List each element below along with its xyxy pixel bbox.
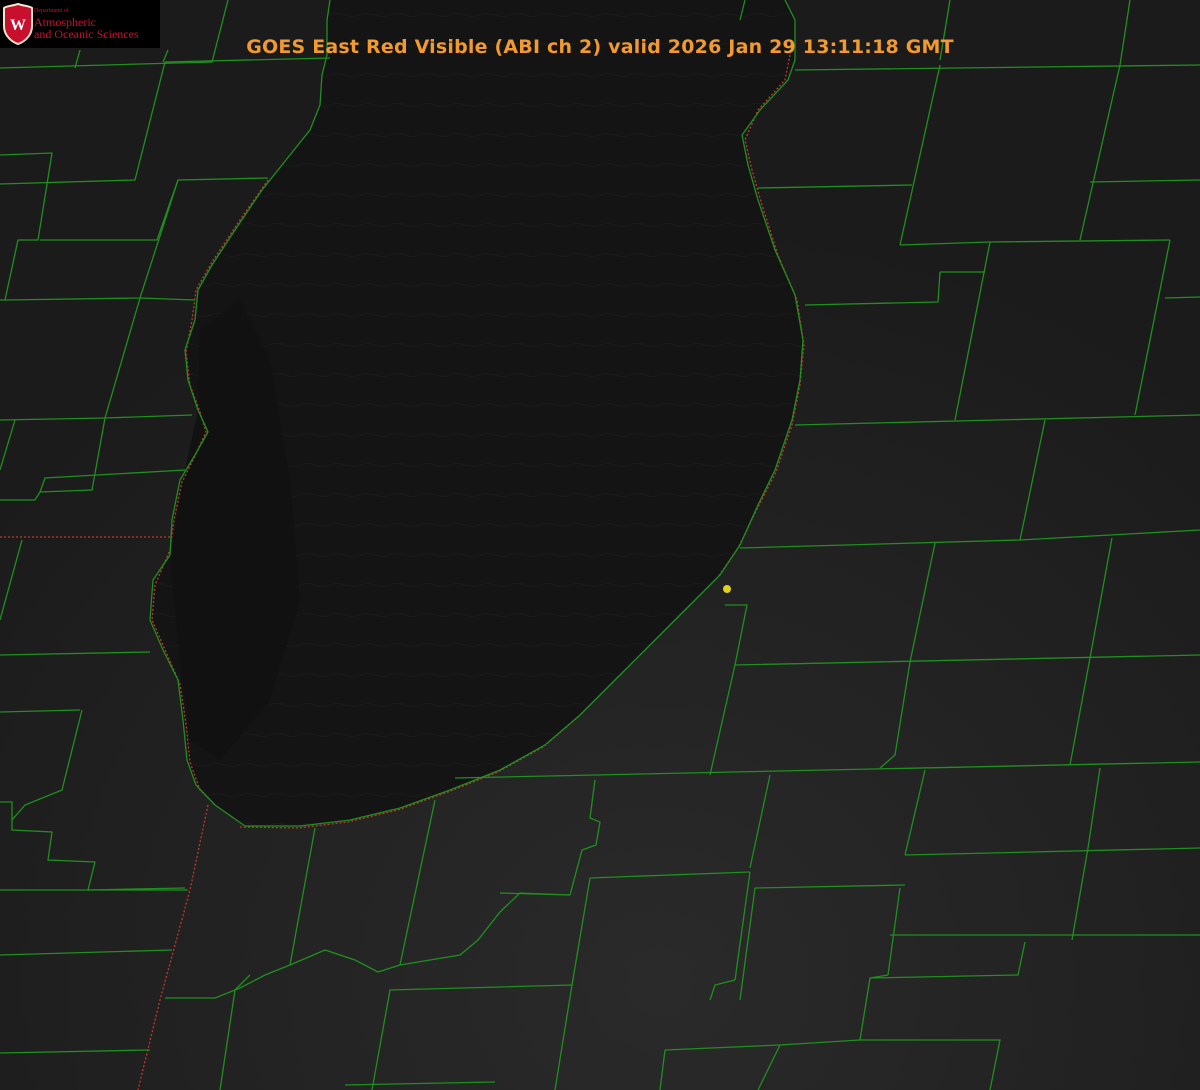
satellite-map — [0, 0, 1200, 1090]
satellite-viewport: W Department of Atmospheric and Oceanic … — [0, 0, 1200, 1090]
image-title: GOES East Red Visible (ABI ch 2) valid 2… — [246, 36, 954, 58]
logo-department: Department of — [34, 8, 69, 14]
shield-letter: W — [10, 17, 26, 34]
site-marker — [723, 585, 731, 593]
